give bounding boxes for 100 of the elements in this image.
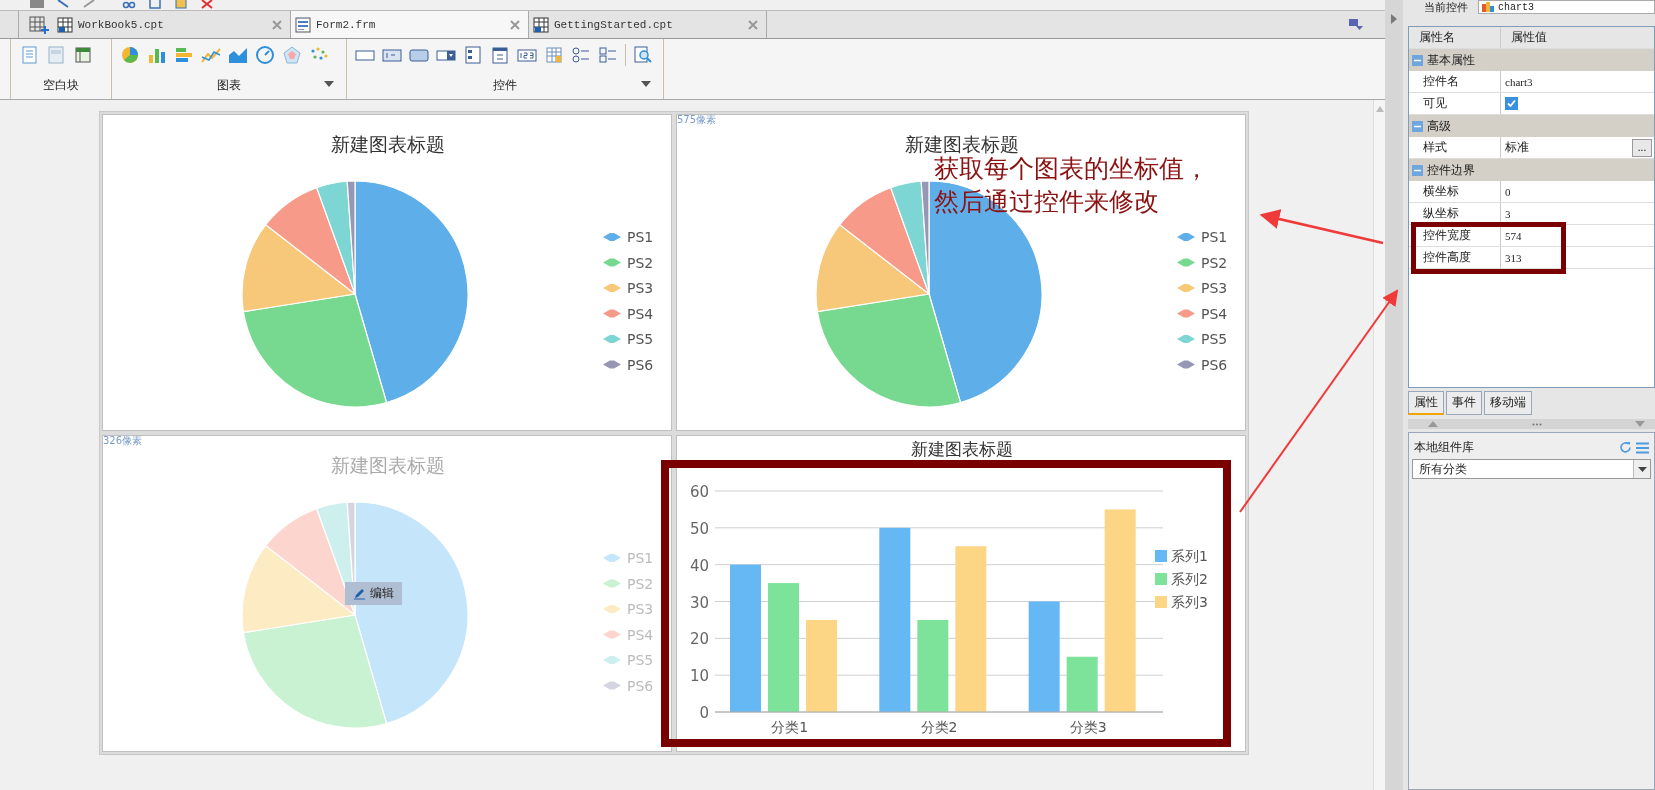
chart-title: 新建图表标题 bbox=[911, 439, 1013, 459]
chart-title: 新建图表标题 bbox=[905, 133, 1019, 155]
radio-group-icon[interactable] bbox=[571, 45, 591, 65]
property-name: 控件高度 bbox=[1409, 247, 1501, 268]
legend-label[interactable]: PS4 bbox=[1201, 305, 1228, 322]
expand-down-icon[interactable] bbox=[1635, 421, 1645, 427]
chart-icon bbox=[1482, 2, 1494, 12]
library-title: 本地组件库 bbox=[1414, 439, 1475, 456]
chart-card[interactable]: 326像素 新建图表标题 PS1 PS2 PS3 PS4 PS5 PS6 编辑 bbox=[102, 435, 672, 752]
page-icon[interactable] bbox=[19, 45, 39, 65]
ribbon-group-label: 控件 bbox=[493, 76, 517, 94]
legend-label[interactable]: PS4 bbox=[627, 305, 654, 322]
document-tab[interactable]: Form2.frm bbox=[291, 11, 529, 38]
control-select[interactable]: chart3 bbox=[1478, 0, 1655, 14]
property-name: 纵坐标 bbox=[1409, 203, 1501, 224]
paste-icon[interactable] bbox=[174, 0, 188, 9]
calendar-icon[interactable] bbox=[490, 45, 510, 65]
edit-button[interactable]: 编辑 bbox=[345, 582, 402, 605]
caret-icon[interactable] bbox=[324, 81, 334, 87]
menu-icon[interactable] bbox=[1636, 441, 1649, 454]
property-value[interactable]: 0 bbox=[1505, 185, 1511, 198]
expand-up-icon[interactable] bbox=[1428, 421, 1438, 427]
legend-label[interactable]: 系列1 bbox=[1171, 548, 1208, 564]
pie-chart-icon[interactable] bbox=[120, 45, 140, 65]
category-label: 分类3 bbox=[1069, 719, 1107, 735]
pencil-icon bbox=[353, 587, 366, 600]
panel-tab[interactable]: 移动端 bbox=[1484, 391, 1532, 415]
scroll-up-icon[interactable] bbox=[1375, 106, 1384, 112]
legend-label[interactable]: 系列3 bbox=[1171, 594, 1208, 610]
legend-label[interactable]: PS1 bbox=[1201, 229, 1228, 245]
dropdown-arrow-icon[interactable] bbox=[1637, 466, 1647, 472]
axis-label: 30 bbox=[689, 593, 709, 612]
axis-label: 50 bbox=[689, 519, 709, 538]
grip-icon[interactable] bbox=[1531, 422, 1542, 426]
legend-label[interactable]: PS2 bbox=[1201, 254, 1228, 271]
legend-label[interactable]: PS5 bbox=[627, 331, 654, 347]
section-header[interactable]: 控件边界 bbox=[1409, 159, 1654, 181]
panel-splitter[interactable] bbox=[1408, 419, 1655, 429]
radar-chart-icon[interactable] bbox=[282, 45, 302, 65]
axis-label: 0 bbox=[699, 704, 709, 722]
spreadsheet-icon bbox=[533, 16, 549, 33]
axis-label: 10 bbox=[689, 667, 709, 686]
property-name: 样式 bbox=[1409, 137, 1501, 158]
close-icon[interactable] bbox=[510, 19, 520, 30]
category-label: 分类2 bbox=[920, 719, 958, 735]
tab-list-icon[interactable] bbox=[1349, 18, 1363, 31]
property-value[interactable]: 3 bbox=[1505, 207, 1511, 220]
chart-card[interactable]: 新建图表标题 PS1 PS2 PS3 PS4 PS5 PS6 bbox=[102, 114, 672, 431]
property-value[interactable]: 313 bbox=[1505, 251, 1522, 264]
property-name: 可见 bbox=[1409, 93, 1501, 114]
ribbon-group-label: 图表 bbox=[217, 76, 241, 94]
panel-tab[interactable]: 属性 bbox=[1408, 391, 1444, 415]
close-icon[interactable] bbox=[748, 19, 758, 30]
browse-button[interactable]: ... bbox=[1632, 138, 1652, 157]
legend-label[interactable]: PS5 bbox=[1201, 331, 1228, 347]
checkbox-group-icon[interactable] bbox=[598, 45, 618, 65]
horizontal-bar-icon[interactable] bbox=[174, 45, 194, 65]
list-icon[interactable] bbox=[463, 45, 483, 65]
cut-icon[interactable] bbox=[122, 0, 136, 9]
new-tab-icon[interactable] bbox=[29, 15, 49, 34]
legend-label[interactable]: PS3 bbox=[1201, 280, 1228, 296]
property-value[interactable]: chart3 bbox=[1505, 75, 1533, 88]
property-value[interactable]: 574 bbox=[1505, 229, 1522, 242]
delete-icon[interactable] bbox=[200, 0, 214, 9]
gauge-icon[interactable] bbox=[255, 45, 275, 65]
size-label: 326像素 bbox=[103, 434, 143, 448]
property-value[interactable]: 标准 bbox=[1505, 139, 1628, 156]
property-name: 横坐标 bbox=[1409, 181, 1501, 202]
close-icon[interactable] bbox=[272, 19, 282, 30]
caret-icon[interactable] bbox=[641, 81, 651, 87]
chart-title: 新建图表标题 bbox=[331, 133, 445, 155]
legend-label[interactable]: PS6 bbox=[1201, 356, 1228, 373]
scrollbar[interactable] bbox=[1373, 100, 1385, 790]
legend-label[interactable]: PS2 bbox=[627, 254, 654, 271]
ribbon-group-label: 空白块 bbox=[43, 76, 79, 94]
bar bbox=[1066, 656, 1098, 712]
legend-label[interactable]: PS3 bbox=[627, 280, 654, 296]
table-icon[interactable] bbox=[73, 45, 93, 65]
size-label: 575像素 bbox=[677, 113, 717, 127]
form-icon bbox=[295, 16, 311, 33]
panel-tab[interactable]: 事件 bbox=[1446, 391, 1482, 415]
chart-title: 新建图表标题 bbox=[331, 454, 445, 476]
preview-icon[interactable] bbox=[633, 45, 653, 65]
collapse-toggle-icon[interactable] bbox=[1412, 164, 1423, 176]
legend-label[interactable]: PS6 bbox=[627, 356, 654, 373]
category-label: 分类1 bbox=[771, 719, 809, 735]
chart-card[interactable]: 新建图表标题 0 10 20 30 40 50 60 分类1 分类2 分类3 系列1 系列2 系列3 bbox=[676, 435, 1246, 752]
collapse-icon[interactable] bbox=[1391, 14, 1397, 24]
legend-label[interactable]: 系列2 bbox=[1171, 571, 1208, 587]
section-header[interactable]: 高级 bbox=[1409, 115, 1654, 137]
collapse-toggle-icon[interactable] bbox=[1412, 120, 1423, 132]
checkbox[interactable] bbox=[1505, 97, 1518, 110]
axis-label: 60 bbox=[689, 483, 709, 501]
collapse-toggle-icon[interactable] bbox=[1412, 54, 1423, 66]
grid-icon[interactable] bbox=[544, 45, 564, 65]
section-header[interactable]: 基本属性 bbox=[1409, 49, 1654, 71]
legend-label[interactable]: PS1 bbox=[627, 229, 654, 245]
category-dropdown[interactable]: 所有分类 bbox=[1412, 459, 1651, 479]
copy-icon[interactable] bbox=[148, 0, 162, 9]
refresh-icon[interactable] bbox=[1619, 441, 1632, 454]
